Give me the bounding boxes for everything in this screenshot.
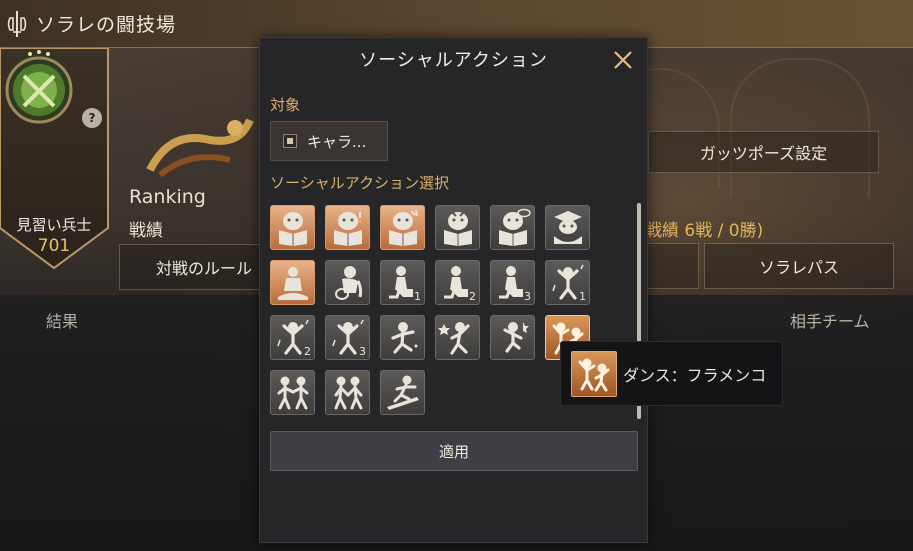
action-variant-number: 1 <box>414 290 421 303</box>
target-button-label: キャラ... <box>307 132 367 151</box>
action-slot[interactable]: 2 <box>435 260 480 305</box>
action-slot[interactable] <box>490 315 535 360</box>
action-slot[interactable]: 1 <box>380 260 425 305</box>
action-slot[interactable]: 3 <box>325 315 370 360</box>
graduation-icon <box>548 208 588 248</box>
dance-flamenco-icon <box>571 350 617 397</box>
arena-icon <box>7 10 27 37</box>
dance-spin-icon <box>383 318 423 358</box>
rank-banner: ? 見習い兵士 701 <box>0 48 110 270</box>
action-variant-number: 2 <box>469 290 476 303</box>
opponent-team-label: 相手チーム <box>790 312 870 331</box>
social-action-dialog: ソーシャルアクション 対象 キャラ... ソーシャルアクション選択 1 2 3 1 2 3… <box>259 37 648 543</box>
dance-jump-icon <box>493 318 533 358</box>
close-icon[interactable] <box>611 48 635 72</box>
action-variant-number: 3 <box>359 345 366 358</box>
action-slot[interactable] <box>435 205 480 250</box>
rank-emblem-icon <box>5 50 73 124</box>
ranking-label: Ranking <box>129 186 206 208</box>
action-slot[interactable] <box>270 260 315 305</box>
book-reading-icon <box>273 208 313 248</box>
action-slot[interactable] <box>270 205 315 250</box>
action-slot[interactable] <box>325 205 370 250</box>
surf-icon <box>383 373 423 413</box>
action-variant-number: 3 <box>524 290 531 303</box>
guts-pose-button[interactable]: ガッツポーズ設定 <box>648 131 879 173</box>
action-slot[interactable] <box>380 370 425 415</box>
action-variant-number: 1 <box>579 290 586 303</box>
dance-star-icon <box>437 318 478 358</box>
book-shout-icon <box>383 208 423 248</box>
pair-dance-icon <box>273 373 313 413</box>
action-slot[interactable] <box>270 370 315 415</box>
rank-points: 701 <box>37 236 71 256</box>
action-slot[interactable]: 2 <box>270 315 315 360</box>
tooltip-text: ダンス：フラメンコ <box>623 365 767 385</box>
character-portrait <box>146 118 254 178</box>
meditate-icon <box>273 263 313 303</box>
rank-name: 見習い兵士 <box>16 216 92 234</box>
book-thinking-icon <box>493 208 533 248</box>
target-select-button[interactable]: キャラ... <box>270 121 388 161</box>
action-slot[interactable]: 3 <box>490 260 535 305</box>
background-arch <box>730 58 870 198</box>
hidden-button-edge[interactable] <box>645 243 699 289</box>
action-slot[interactable] <box>380 205 425 250</box>
action-slot[interactable]: 1 <box>545 260 590 305</box>
action-slot[interactable] <box>325 370 370 415</box>
action-slot[interactable] <box>325 260 370 305</box>
window-title: ソラレの闘技場 <box>36 14 177 36</box>
action-slot[interactable] <box>435 315 480 360</box>
action-slot[interactable] <box>490 205 535 250</box>
book-surprised-icon <box>328 208 368 248</box>
solare-pass-button[interactable]: ソラレパス <box>704 243 894 289</box>
action-select-label: ソーシャルアクション選択 <box>270 174 449 192</box>
result-label: 結果 <box>46 312 79 331</box>
sit-wave-icon <box>328 263 368 303</box>
record-label: 戦績 <box>129 221 163 241</box>
rule-button[interactable]: 対戦のルール <box>119 244 269 290</box>
pair-walk-icon <box>328 373 368 413</box>
target-character-icon <box>283 134 297 148</box>
help-icon[interactable]: ? <box>82 108 102 128</box>
dialog-title: ソーシャルアクション <box>359 50 548 71</box>
action-variant-number: 2 <box>304 345 311 358</box>
book-angry-icon <box>438 208 478 248</box>
dialog-header: ソーシャルアクション <box>260 38 647 80</box>
record-value: 戦績 6戦 / 0勝) <box>645 221 764 241</box>
action-slot[interactable] <box>380 315 425 360</box>
action-slot[interactable] <box>545 205 590 250</box>
apply-button[interactable]: 適用 <box>270 431 638 471</box>
target-label: 対象 <box>270 96 301 114</box>
action-tooltip: ダンス：フラメンコ <box>560 341 783 406</box>
